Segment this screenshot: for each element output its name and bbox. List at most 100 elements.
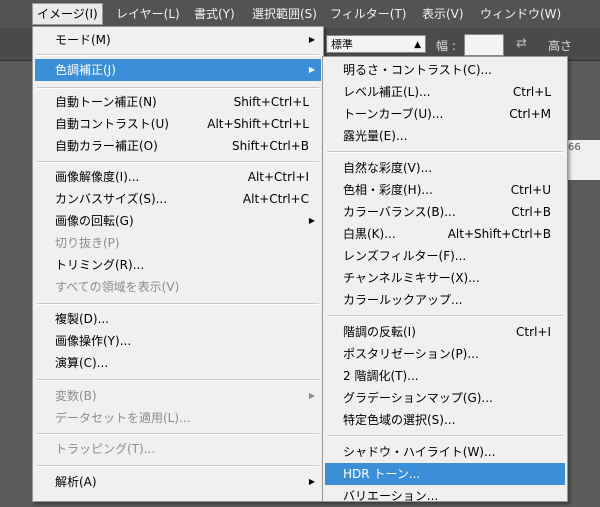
menu-item-auto-tone[interactable]: 自動トーン補正(N) Shift+Ctrl+L bbox=[35, 91, 321, 113]
menu-view[interactable]: 表示(V) bbox=[418, 4, 468, 24]
menu-item-shortcut: Ctrl+U bbox=[510, 183, 551, 197]
menu-item-calculations[interactable]: 演算(C)... bbox=[35, 352, 321, 374]
menu-item-label: レベル補正(L)... bbox=[343, 85, 431, 99]
menu-item-label: 解析(A) bbox=[55, 475, 97, 489]
menu-item-adjustments[interactable]: 色調補正(J) ▶ bbox=[35, 59, 321, 81]
menu-item-label: 切り抜き(P) bbox=[55, 236, 120, 250]
menu-item-selective-color[interactable]: 特定色域の選択(S)... bbox=[325, 409, 565, 431]
menu-item-reveal-all[interactable]: すべての領域を表示(V) bbox=[35, 276, 321, 298]
menu-item-label: HDR トーン... bbox=[343, 467, 421, 481]
menu-item-label: 画像の回転(G) bbox=[55, 214, 134, 228]
style-select[interactable]: 標準 ▲︎ bbox=[326, 35, 426, 53]
submenu-arrow-icon: ▶ bbox=[308, 65, 315, 74]
width-label: 幅 : bbox=[436, 39, 456, 53]
menu-item-canvas-size[interactable]: カンバスサイズ(S)... Alt+Ctrl+C bbox=[35, 188, 321, 210]
menu-item-levels[interactable]: レベル補正(L)... Ctrl+L bbox=[325, 81, 565, 103]
image-menu-dropdown: モード(M) ▶ 色調補正(J) ▶ 自動トーン補正(N) Shift+Ctrl… bbox=[32, 26, 324, 502]
menu-item-shortcut: Shift+Ctrl+B bbox=[232, 139, 309, 153]
menu-item-label: データセットを適用(L)... bbox=[55, 411, 191, 425]
menu-item-hue-saturation[interactable]: 色相・彩度(H)... Ctrl+U bbox=[325, 179, 565, 201]
menu-item-gradient-map[interactable]: グラデーションマップ(G)... bbox=[325, 387, 565, 409]
menu-item-apply-image[interactable]: 画像操作(Y)... bbox=[35, 330, 321, 352]
menu-item-threshold[interactable]: 2 階調化(T)... bbox=[325, 365, 565, 387]
menu-item-mode[interactable]: モード(M) ▶ bbox=[35, 29, 321, 51]
menu-item-shortcut: Alt+Ctrl+C bbox=[242, 192, 309, 206]
menu-item-vibrance[interactable]: 自然な彩度(V)... bbox=[325, 157, 565, 179]
menu-separator bbox=[37, 379, 319, 381]
menu-item-duplicate[interactable]: 複製(D)... bbox=[35, 308, 321, 330]
menu-item-channel-mixer[interactable]: チャンネルミキサー(X)... bbox=[325, 267, 565, 289]
submenu-arrow-icon: ▶ bbox=[308, 391, 315, 400]
menu-separator bbox=[327, 151, 563, 153]
menu-item-shortcut: Ctrl+M bbox=[509, 107, 551, 121]
menu-item-invert[interactable]: 階調の反転(I) Ctrl+I bbox=[325, 321, 565, 343]
menu-item-label: 色相・彩度(H)... bbox=[343, 183, 433, 197]
menu-item-apply-data-set[interactable]: データセットを適用(L)... bbox=[35, 407, 321, 429]
menu-separator bbox=[37, 433, 319, 435]
swap-icon[interactable]: ⇄ bbox=[516, 36, 527, 51]
menu-item-image-rotation[interactable]: 画像の回転(G) ▶ bbox=[35, 210, 321, 232]
submenu-arrow-icon: ▶ bbox=[308, 477, 315, 486]
menu-item-exposure[interactable]: 露光量(E)... bbox=[325, 125, 565, 147]
menu-item-label: レンズフィルター(F)... bbox=[343, 249, 467, 263]
menu-separator bbox=[37, 87, 319, 89]
menu-item-label: 自動トーン補正(N) bbox=[55, 95, 157, 109]
menu-item-label: トラッピング(T)... bbox=[55, 442, 156, 456]
menu-item-shadows-highlights[interactable]: シャドウ・ハイライト(W)... bbox=[325, 441, 565, 463]
menu-item-trim[interactable]: トリミング(R)... bbox=[35, 254, 321, 276]
menu-item-label: すべての領域を表示(V) bbox=[55, 280, 180, 294]
menu-item-label: 特定色域の選択(S)... bbox=[343, 413, 456, 427]
menu-item-color-lookup[interactable]: カラールックアップ... bbox=[325, 289, 565, 311]
menu-filter[interactable]: フィルター(T) bbox=[326, 4, 410, 24]
menu-item-variations[interactable]: バリエーション... bbox=[325, 485, 565, 507]
menu-item-label: 2 階調化(T)... bbox=[343, 369, 419, 383]
menu-item-crop[interactable]: 切り抜き(P) bbox=[35, 232, 321, 254]
menu-select[interactable]: 選択範囲(S) bbox=[248, 4, 321, 24]
menu-image[interactable]: イメージ(I) bbox=[32, 3, 103, 25]
submenu-arrow-icon: ▶ bbox=[308, 216, 315, 225]
menu-item-label: 階調の反転(I) bbox=[343, 325, 416, 339]
menu-item-auto-contrast[interactable]: 自動コントラスト(U) Alt+Shift+Ctrl+L bbox=[35, 113, 321, 135]
menu-item-hdr-toning[interactable]: HDR トーン... bbox=[325, 463, 565, 485]
menu-item-label: ポスタリゼーション(P)... bbox=[343, 347, 479, 361]
menu-item-shortcut: Alt+Shift+Ctrl+L bbox=[207, 117, 309, 131]
menu-item-shortcut: Alt+Shift+Ctrl+B bbox=[447, 227, 551, 241]
menu-item-auto-color[interactable]: 自動カラー補正(O) Shift+Ctrl+B bbox=[35, 135, 321, 157]
menu-item-brightness-contrast[interactable]: 明るさ・コントラスト(C)... bbox=[325, 59, 565, 81]
menu-item-variables[interactable]: 変数(B) ▶ bbox=[35, 385, 321, 407]
menu-layer[interactable]: レイヤー(L) bbox=[112, 4, 184, 24]
menu-item-label: 演算(C)... bbox=[55, 356, 109, 370]
menu-item-trap[interactable]: トラッピング(T)... bbox=[35, 438, 321, 460]
menu-separator bbox=[37, 303, 319, 305]
menu-item-shortcut: Ctrl+B bbox=[511, 205, 551, 219]
menu-item-label: 変数(B) bbox=[55, 389, 97, 403]
menu-type[interactable]: 書式(Y) bbox=[190, 4, 239, 24]
menu-item-label: トーンカーブ(U)... bbox=[343, 107, 444, 121]
menu-item-photo-filter[interactable]: レンズフィルター(F)... bbox=[325, 245, 565, 267]
menu-item-label: カラーバランス(B)... bbox=[343, 205, 456, 219]
menu-item-label: バリエーション... bbox=[343, 489, 439, 503]
menu-item-black-white[interactable]: 白黒(K)... Alt+Shift+Ctrl+B bbox=[325, 223, 565, 245]
menu-item-label: 色調補正(J) bbox=[55, 63, 116, 77]
menu-item-color-balance[interactable]: カラーバランス(B)... Ctrl+B bbox=[325, 201, 565, 223]
menu-item-label: 自動カラー補正(O) bbox=[55, 139, 158, 153]
menu-item-label: トリミング(R)... bbox=[55, 258, 145, 272]
menubar: イメージ(I) レイヤー(L) 書式(Y) 選択範囲(S) フィルター(T) 表… bbox=[0, 0, 600, 29]
style-select-value: 標準 bbox=[331, 38, 353, 51]
menu-window[interactable]: ウィンドウ(W) bbox=[476, 4, 565, 24]
menu-item-label: 自然な彩度(V)... bbox=[343, 161, 433, 175]
menu-item-label: チャンネルミキサー(X)... bbox=[343, 271, 480, 285]
document-panel: 66 bbox=[565, 140, 600, 180]
menu-separator bbox=[327, 315, 563, 317]
width-input[interactable] bbox=[464, 34, 504, 56]
menu-item-analysis[interactable]: 解析(A) ▶ bbox=[35, 471, 321, 493]
menu-item-label: 明るさ・コントラスト(C)... bbox=[343, 63, 492, 77]
menu-item-shortcut: Alt+Ctrl+I bbox=[247, 170, 309, 184]
menu-item-image-size[interactable]: 画像解像度(I)... Alt+Ctrl+I bbox=[35, 166, 321, 188]
height-label: 高さ bbox=[548, 39, 573, 53]
adjustments-submenu: 明るさ・コントラスト(C)... レベル補正(L)... Ctrl+L トーンカ… bbox=[322, 56, 568, 503]
menu-item-curves[interactable]: トーンカーブ(U)... Ctrl+M bbox=[325, 103, 565, 125]
menu-item-label: カンバスサイズ(S)... bbox=[55, 192, 168, 206]
menu-item-posterize[interactable]: ポスタリゼーション(P)... bbox=[325, 343, 565, 365]
submenu-arrow-icon: ▶ bbox=[308, 35, 315, 44]
